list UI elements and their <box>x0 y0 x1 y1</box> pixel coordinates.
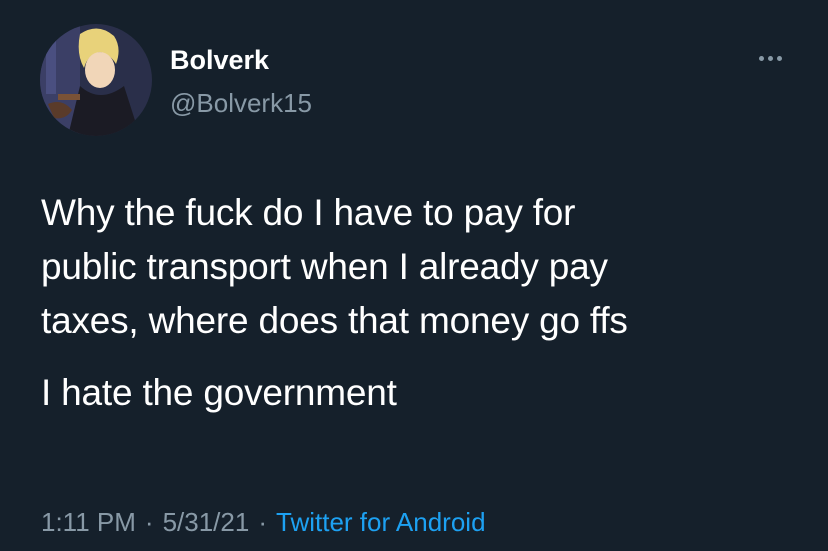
separator: · <box>144 507 154 537</box>
separator: · <box>258 507 267 537</box>
dot <box>776 55 782 61</box>
display-name[interactable]: Bolverk <box>170 44 269 76</box>
avatar[interactable] <box>40 24 152 136</box>
tweet-time[interactable]: 1:11 PM <box>41 507 136 537</box>
tweet-line: Why the fuck do I have to pay for <box>41 192 576 233</box>
tweet-line: taxes, where does that money go ffs <box>41 300 628 341</box>
tweet-source-link[interactable]: Twitter for Android <box>276 507 486 537</box>
more-options-icon[interactable] <box>752 48 788 68</box>
tweet-meta: 1:11 PM · 5/31/21 · Twitter for Android <box>41 502 486 542</box>
tweet-card: Bolverk @Bolverk15 Why the fuck do I hav… <box>0 0 828 551</box>
tweet-paragraph: Why the fuck do I have to pay for public… <box>41 186 801 348</box>
tweet-date[interactable]: 5/31/21 <box>163 507 250 537</box>
tweet-paragraph: I hate the government <box>41 372 397 413</box>
profile-avatar-icon <box>40 24 152 136</box>
tweet-text: Why the fuck do I have to pay for public… <box>41 186 801 420</box>
tweet-line: public transport when I already pay <box>41 246 608 287</box>
user-handle[interactable]: @Bolverk15 <box>170 87 312 119</box>
dot <box>767 55 773 61</box>
dot <box>758 55 764 61</box>
